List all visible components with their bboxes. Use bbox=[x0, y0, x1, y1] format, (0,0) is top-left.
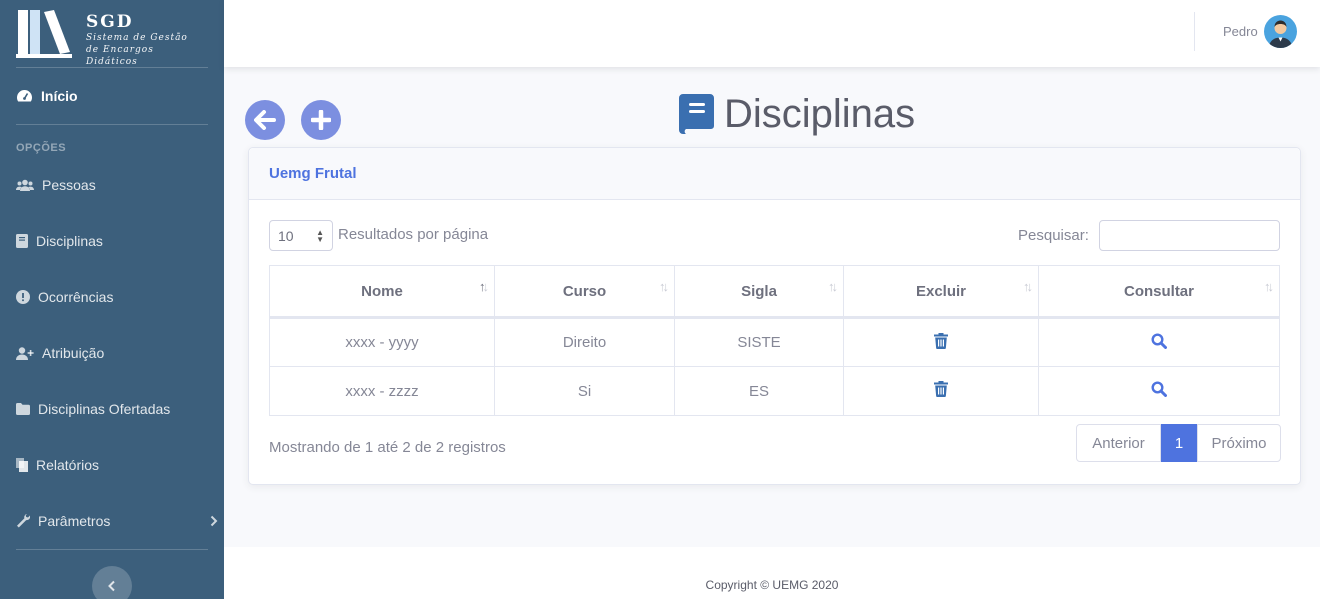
cell-curso: Direito bbox=[494, 317, 675, 367]
cell-nome: xxxx - yyyy bbox=[269, 317, 495, 367]
page-title-text: Disciplinas bbox=[724, 91, 916, 136]
user-plus-icon bbox=[16, 346, 34, 360]
book-icon bbox=[16, 234, 28, 248]
sidebar-item-label: Relatórios bbox=[36, 457, 100, 473]
user-name[interactable]: Pedro bbox=[1223, 24, 1258, 39]
footer: Copyright © UEMG 2020 bbox=[224, 547, 1320, 599]
trash-icon[interactable] bbox=[934, 381, 948, 397]
sidebar-item-label: Parâmetros bbox=[38, 513, 111, 529]
pagination-next[interactable]: Próximo bbox=[1197, 424, 1281, 462]
trash-icon[interactable] bbox=[934, 332, 948, 349]
cell-consultar bbox=[1038, 366, 1280, 416]
sort-icon: ↑↓ bbox=[828, 279, 838, 294]
column-header-excluir[interactable]: Excluir ↑↓ bbox=[843, 265, 1039, 319]
table-header-row: Nome ↑↓ Curso ↑↓ Sigla ↑↓ Excluir ↑↓ Consult… bbox=[269, 265, 1280, 319]
select-arrows-icon: ▲ ▼ bbox=[316, 228, 324, 244]
page-length-value: 10 bbox=[278, 228, 294, 244]
sidebar-item-label: Início bbox=[41, 88, 78, 104]
cell-consultar bbox=[1038, 317, 1280, 367]
search-label: Pesquisar: bbox=[1018, 227, 1089, 244]
arrow-left-icon bbox=[254, 110, 276, 130]
brand[interactable]: SGD Sistema de Gestão de Encargos Didáti… bbox=[16, 8, 208, 67]
sidebar-item-disciplinas[interactable]: Disciplinas bbox=[16, 229, 216, 253]
disciplinas-table: Nome ↑↓ Curso ↑↓ Sigla ↑↓ Excluir ↑↓ Consult… bbox=[269, 265, 1280, 416]
sidebar-divider bbox=[16, 124, 208, 125]
column-header-sigla[interactable]: Sigla ↑↓ bbox=[674, 265, 844, 319]
sidebar-item-label: Ocorrências bbox=[38, 289, 114, 305]
brand-subtitle-1: Sistema de Gestão bbox=[86, 33, 188, 43]
sort-icon: ↑↓ bbox=[479, 279, 489, 294]
sort-icon: ↑↓ bbox=[1023, 279, 1033, 294]
page-title: Disciplinas bbox=[679, 92, 915, 136]
search-input[interactable] bbox=[1099, 220, 1280, 251]
sort-icon: ↑↓ bbox=[1264, 279, 1274, 294]
topbar: Pedro bbox=[224, 0, 1320, 67]
table-row: xxxx - zzzz Si ES bbox=[269, 366, 1280, 416]
back-button[interactable] bbox=[245, 100, 285, 140]
pagination-previous[interactable]: Anterior bbox=[1076, 424, 1161, 462]
folder-icon bbox=[16, 403, 30, 415]
sidebar-item-disciplinas-ofertadas[interactable]: Disciplinas Ofertadas bbox=[16, 397, 216, 421]
sidebar-divider bbox=[16, 549, 208, 550]
sidebar-item-pessoas[interactable]: Pessoas bbox=[16, 173, 216, 197]
cell-excluir bbox=[843, 366, 1039, 416]
book-icon bbox=[679, 94, 714, 134]
sidebar-item-label: Disciplinas Ofertadas bbox=[38, 401, 171, 417]
sidebar-item-atribuicao[interactable]: Atribuição bbox=[16, 341, 216, 365]
cell-curso: Si bbox=[494, 366, 675, 416]
sidebar-item-label: Pessoas bbox=[42, 177, 96, 193]
card-header: Uemg Frutal bbox=[249, 148, 1300, 200]
pagination: Anterior 1 Próximo bbox=[1076, 424, 1281, 462]
sidebar-item-label: Atribuição bbox=[42, 345, 105, 361]
disciplinas-card: Uemg Frutal 10 ▲ ▼ Resultados por página … bbox=[248, 147, 1301, 485]
cell-sigla: SISTE bbox=[674, 317, 844, 367]
sidebar-item-label: Disciplinas bbox=[36, 233, 103, 249]
brand-title: SGD bbox=[86, 12, 134, 32]
add-button[interactable] bbox=[301, 100, 341, 140]
chevron-left-icon bbox=[108, 580, 115, 592]
avatar[interactable] bbox=[1264, 15, 1297, 48]
copy-icon bbox=[16, 458, 28, 472]
wrench-icon bbox=[17, 514, 30, 528]
page-length-label: Resultados por página bbox=[338, 226, 489, 243]
sort-icon: ↑↓ bbox=[659, 279, 669, 294]
sidebar-item-relatorios[interactable]: Relatórios bbox=[16, 453, 216, 477]
search-icon[interactable] bbox=[1151, 332, 1167, 349]
brand-subtitle-2: de Encargos Didáticos bbox=[86, 45, 154, 67]
table-info: Mostrando de 1 até 2 de 2 registros bbox=[269, 439, 506, 456]
sidebar-item-ocorrencias[interactable]: Ocorrências bbox=[16, 285, 216, 309]
users-icon bbox=[16, 179, 34, 191]
table-row: xxxx - yyyy Direito SISTE bbox=[269, 317, 1280, 367]
dashboard-icon bbox=[17, 90, 32, 102]
column-header-consultar[interactable]: Consultar ↑↓ bbox=[1038, 265, 1280, 319]
sidebar-heading: OPÇÕES bbox=[16, 142, 67, 154]
plus-icon bbox=[311, 110, 331, 130]
sidebar: SGD Sistema de Gestão de Encargos Didáti… bbox=[0, 0, 224, 599]
user-avatar-icon bbox=[1269, 20, 1292, 48]
chevron-right-icon bbox=[210, 515, 218, 527]
column-header-nome[interactable]: Nome ↑↓ bbox=[269, 265, 495, 319]
sidebar-toggle-button[interactable] bbox=[92, 566, 132, 599]
topbar-divider bbox=[1194, 12, 1195, 51]
sidebar-item-parametros[interactable]: Parâmetros bbox=[16, 509, 218, 533]
cell-sigla: ES bbox=[674, 366, 844, 416]
logo-icon bbox=[16, 10, 72, 58]
copyright-text: Copyright © UEMG 2020 bbox=[705, 578, 839, 592]
search-icon[interactable] bbox=[1151, 381, 1167, 397]
exclamation-icon bbox=[16, 290, 30, 304]
sidebar-item-inicio[interactable]: Início bbox=[16, 84, 216, 108]
cell-excluir bbox=[843, 317, 1039, 367]
cell-nome: xxxx - zzzz bbox=[269, 366, 495, 416]
sidebar-divider bbox=[16, 67, 208, 68]
page-length-select[interactable]: 10 ▲ ▼ bbox=[269, 220, 333, 251]
column-header-curso[interactable]: Curso ↑↓ bbox=[494, 265, 675, 319]
pagination-page-1[interactable]: 1 bbox=[1161, 424, 1197, 462]
